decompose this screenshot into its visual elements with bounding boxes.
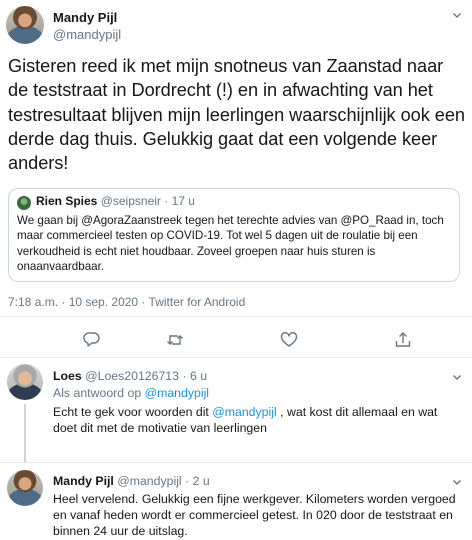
reply-text: Heel vervelend. Gelukkig een fijne werkg… <box>53 492 456 538</box>
quote-separator: · <box>164 194 169 208</box>
reply-mention[interactable]: @mandypijl <box>212 405 276 419</box>
reply-author-name[interactable]: Loes <box>53 369 82 383</box>
divider <box>0 357 472 358</box>
quote-time: 17 u <box>171 194 195 208</box>
chevron-down-icon[interactable] <box>452 10 462 20</box>
quote-author-handle: @seipsneir <box>100 194 161 208</box>
share-icon[interactable] <box>393 330 413 350</box>
reply-author-handle[interactable]: @Loes20126713 <box>85 369 179 383</box>
reply-context: Als antwoord op @mandypijl <box>53 386 209 400</box>
reply-icon[interactable] <box>82 330 102 350</box>
quote-text: We gaan bij @AgoraZaanstreek tegen het t… <box>17 214 444 274</box>
divider <box>0 316 472 317</box>
reply-author-name[interactable]: Mandy Pijl <box>53 474 114 488</box>
reply-header: Mandy Pijl @mandypijl · 2 u <box>53 474 210 488</box>
avatar[interactable] <box>7 470 43 506</box>
retweet-icon[interactable] <box>165 330 185 350</box>
chevron-down-icon[interactable] <box>452 372 462 382</box>
reply-to-mention[interactable]: @mandypijl <box>145 386 209 400</box>
like-icon[interactable] <box>279 330 299 350</box>
divider <box>0 462 472 463</box>
avatar[interactable] <box>6 6 44 44</box>
reply-separator: · <box>182 369 187 383</box>
tweet-text: Gisteren reed ik met mijn snotneus van Z… <box>8 56 465 174</box>
quote-author-name: Rien Spies <box>36 194 98 208</box>
reply-header: Loes @Loes20126713 · 6 u <box>53 369 207 383</box>
reply-to-prefix: Als antwoord op <box>53 386 142 400</box>
quote-avatar <box>17 196 31 210</box>
reply-time[interactable]: 6 u <box>190 369 207 383</box>
quoted-tweet[interactable]: Rien Spies @seipsneir · 17 u We gaan bij… <box>8 188 460 282</box>
main-tweet: Mandy Pijl @mandypijl Gisteren reed ik m… <box>0 0 472 347</box>
reply-time[interactable]: 2 u <box>193 474 210 488</box>
reply-separator: · <box>185 474 190 488</box>
chevron-down-icon[interactable] <box>452 477 462 487</box>
avatar[interactable] <box>7 364 43 400</box>
thread-line <box>24 404 26 462</box>
reply-author-handle[interactable]: @mandypijl <box>117 474 181 488</box>
tweet-meta: 7:18 a.m. · 10 sep. 2020 · Twitter for A… <box>8 295 246 309</box>
author-handle[interactable]: @mandypijl <box>53 27 121 42</box>
quote-header: Rien Spies @seipsneir · 17 u <box>36 194 195 208</box>
author-name[interactable]: Mandy Pijl <box>53 10 117 25</box>
reply-text: Echt te gek voor woorden dit @mandypijl … <box>53 404 463 436</box>
reply-text-start: Echt te gek voor woorden dit <box>53 405 209 419</box>
